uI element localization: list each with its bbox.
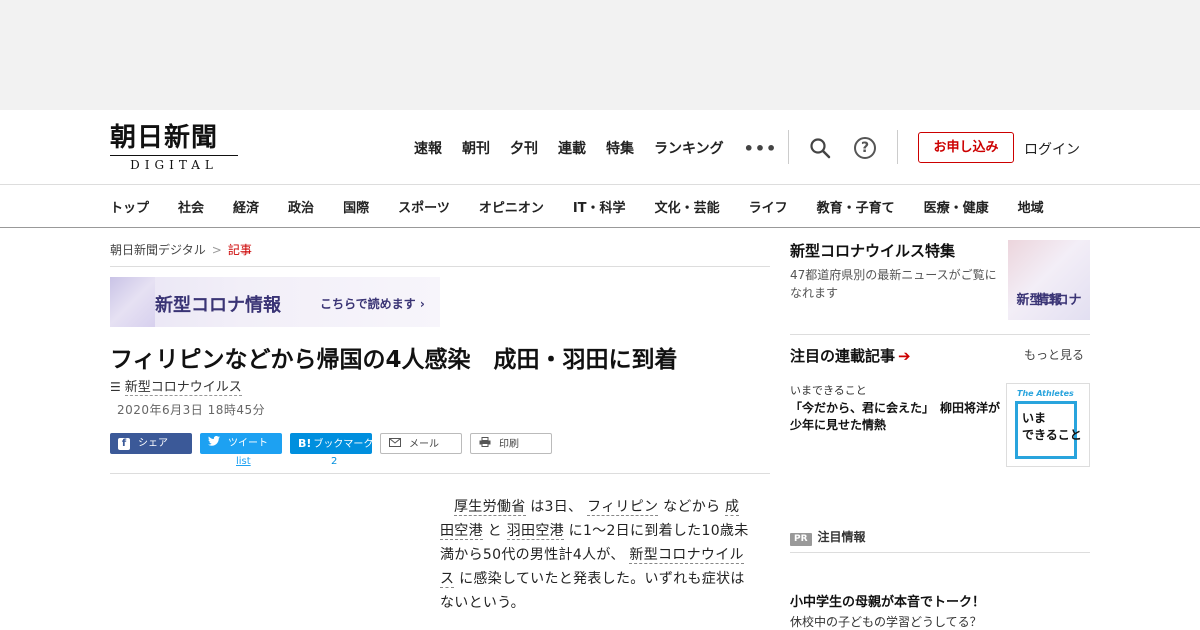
divider <box>790 334 1090 335</box>
twitter-tweet-button[interactable]: ツイート <box>200 433 282 454</box>
logo-sub-text: DIGITAL <box>110 155 238 172</box>
print-icon <box>479 434 491 455</box>
breadcrumb-separator: > <box>211 243 222 257</box>
sidebar-corona-feature[interactable]: 新型コロナウイルス特集 47都道府県別の最新ニュースがご覧になれます 新型コロナ… <box>790 240 1090 322</box>
article-body: 厚生労働省 は3日、 フィリピン などから 成田空港 と 羽田空港 に1～2日に… <box>440 495 750 615</box>
category-top[interactable]: トップ <box>110 197 149 216</box>
body-link-mhlw[interactable]: 厚生労働省 <box>454 499 526 516</box>
nav-features[interactable]: 特集 <box>606 138 634 158</box>
article-headline: フィリピンなどから帰国の4人感染 成田・羽田に到着 <box>110 347 678 373</box>
category-economy[interactable]: 経済 <box>233 197 259 216</box>
category-region[interactable]: 地域 <box>1018 197 1044 216</box>
pr-label-text: 注目情報 <box>817 530 866 544</box>
category-health[interactable]: 医療・健康 <box>924 197 989 216</box>
series-kicker: いまできること <box>790 384 867 397</box>
series-thumbnail: The Athletes いまできること <box>1006 383 1090 467</box>
divider <box>110 473 770 474</box>
category-international[interactable]: 国際 <box>343 197 369 216</box>
sidebar-corona-description: 47都道府県別の最新ニュースがご覧になれます <box>790 268 997 300</box>
tweet-count-link[interactable]: list <box>236 456 251 467</box>
category-sports[interactable]: スポーツ <box>398 197 450 216</box>
print-button[interactable]: 印刷 <box>470 433 552 454</box>
facebook-icon: f <box>118 438 130 450</box>
mail-share-label: メール <box>409 439 439 450</box>
article-tag[interactable]: ☰ 新型コロナウイルス <box>110 376 242 396</box>
pr-item-subtitle[interactable]: 休校中の子どもの学習どうしてる？ <box>790 613 982 630</box>
login-link[interactable]: ログイン <box>1024 139 1080 159</box>
twitter-icon <box>208 433 220 454</box>
category-opinion[interactable]: オピニオン <box>479 197 544 216</box>
category-society[interactable]: 社会 <box>178 197 204 216</box>
nav-morning[interactable]: 朝刊 <box>462 138 490 158</box>
more-menu-icon[interactable]: ••• <box>744 139 778 158</box>
breadcrumb-current: 記事 <box>227 243 252 257</box>
pr-badge: PR <box>790 533 812 546</box>
article-date: 2020年6月3日 18時45分 <box>117 403 266 417</box>
series-thumb-label: The Athletes <box>1017 389 1074 398</box>
logo-main-text: 朝日新聞 <box>110 123 219 153</box>
sidebar-corona-thumb-text: 新型コロナ 情報 <box>1008 266 1090 308</box>
hatena-icon: B! <box>298 437 312 450</box>
twitter-tweet-label: ツイート <box>228 438 268 449</box>
divider <box>110 266 770 267</box>
apply-button[interactable]: お申し込み <box>918 132 1014 163</box>
breadcrumb-home[interactable]: 朝日新聞デジタル <box>110 243 206 257</box>
banner-link: こちらで読めます › <box>320 297 425 311</box>
corona-info-banner[interactable]: 新型コロナ情報 こちらで読めます › <box>110 277 440 327</box>
pr-section-label: PR 注目情報 <box>790 528 866 546</box>
series-headline: 「今だから、君に会えた」 柳田将洋が少年に見せた情熱 <box>790 401 1001 432</box>
top-nav: 速報 朝刊 夕刊 連載 特集 ランキング ••• <box>414 138 777 158</box>
mail-icon <box>389 434 401 455</box>
category-culture[interactable]: 文化・芸能 <box>655 197 720 216</box>
series-thumb-line-2: できること <box>1022 428 1082 442</box>
pr-item-title[interactable]: 小中学生の母親が本音でトーク！ <box>790 591 985 610</box>
help-icon[interactable]: ? <box>854 137 876 159</box>
nav-breaking[interactable]: 速報 <box>414 138 442 158</box>
body-text: に感染していたと発表した。いずれも症状はないという。 <box>440 571 745 611</box>
print-label: 印刷 <box>499 439 519 450</box>
breadcrumb: 朝日新聞デジタル > 記事 <box>110 241 252 258</box>
sidebar-series-item[interactable]: いまできること 「今だから、君に会えた」 柳田将洋が少年に見せた情熱 The A… <box>790 380 1090 470</box>
body-text: は3日、 <box>525 499 588 515</box>
sidebar-corona-title: 新型コロナウイルス特集 <box>790 242 956 260</box>
sidebar-more-link[interactable]: もっと見る <box>1024 346 1084 363</box>
nav-evening[interactable]: 夕刊 <box>510 138 538 158</box>
facebook-share-label: シェア <box>138 438 168 449</box>
nav-ranking[interactable]: ランキング <box>654 138 724 158</box>
search-icon[interactable] <box>808 136 832 160</box>
banner-decoration <box>110 277 155 327</box>
category-life[interactable]: ライフ <box>749 197 788 216</box>
mail-share-button[interactable]: メール <box>380 433 462 454</box>
series-thumb-text: いま できること <box>1022 410 1082 444</box>
list-icon: ☰ <box>110 380 121 394</box>
facebook-share-button[interactable]: f シェア <box>110 433 192 454</box>
site-logo[interactable]: 朝日新聞 DIGITAL <box>110 124 240 172</box>
series-thumb-frame: いま できること <box>1015 401 1082 459</box>
category-it-science[interactable]: IT・科学 <box>573 197 626 216</box>
category-education[interactable]: 教育・子育て <box>817 197 895 216</box>
body-text: などから <box>658 499 726 515</box>
body-link-haneda[interactable]: 羽田空港 <box>506 523 564 540</box>
nav-series[interactable]: 連載 <box>558 138 586 158</box>
header-divider <box>897 130 898 164</box>
divider <box>790 552 1090 553</box>
sidebar-series-title[interactable]: 注目の連載記事 ➔ <box>790 345 911 366</box>
thumb-line-2: 情報 <box>1035 293 1062 308</box>
banner-title: 新型コロナ情報 <box>155 295 281 316</box>
bookmark-count[interactable]: 2 <box>331 456 337 467</box>
sidebar-corona-thumbnail: 新型コロナ 情報 <box>1008 240 1090 320</box>
site-header: 朝日新聞 DIGITAL 速報 朝刊 夕刊 連載 特集 ランキング ••• ? … <box>0 110 1200 185</box>
category-nav: トップ 社会 経済 政治 国際 スポーツ オピニオン IT・科学 文化・芸能 ラ… <box>0 184 1200 228</box>
hatena-bookmark-label: ブックマーク <box>313 439 374 450</box>
series-thumb-line-1: いま <box>1022 411 1047 425</box>
header-divider <box>788 130 789 164</box>
category-politics[interactable]: 政治 <box>288 197 314 216</box>
ad-space <box>0 0 1200 110</box>
arrow-right-icon: ➔ <box>898 347 911 365</box>
tag-label: 新型コロナウイルス <box>124 380 242 396</box>
body-text: と <box>482 523 507 539</box>
body-link-philippines[interactable]: フィリピン <box>587 499 659 516</box>
sidebar-series-title-text: 注目の連載記事 <box>790 347 896 365</box>
hatena-bookmark-button[interactable]: B! ブックマーク <box>290 433 374 454</box>
